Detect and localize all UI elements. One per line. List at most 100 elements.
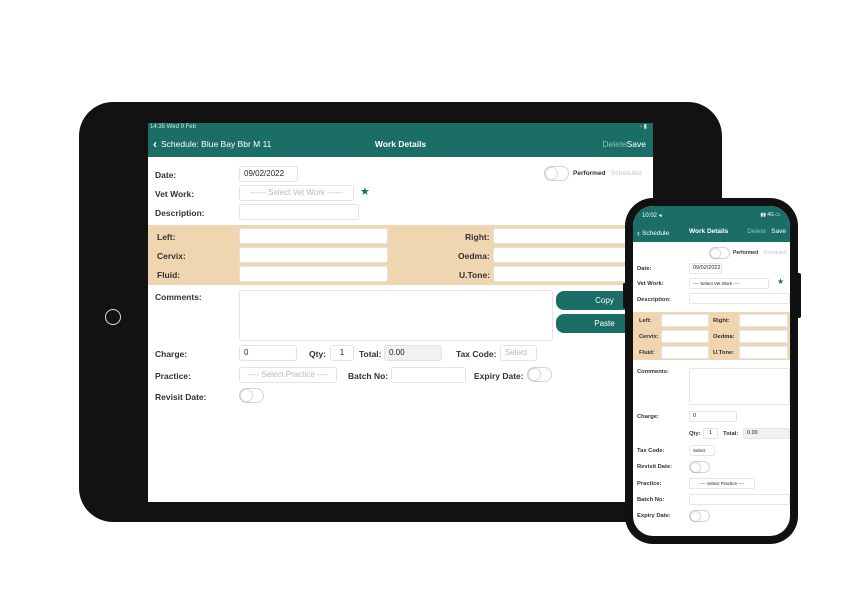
phone-qty-label: Qty: <box>689 431 701 437</box>
phone-utone-field[interactable] <box>739 346 788 359</box>
batch-no-label: Batch No: <box>348 371 389 381</box>
chevron-left-icon: ‹ <box>637 228 640 238</box>
phone-device: 10:02 ◂ ▮▮ 4G ▭ ‹ Schedule Work Details … <box>623 198 801 544</box>
right-label: Right: <box>465 232 490 242</box>
utone-label: U.Tone: <box>459 270 491 280</box>
vet-work-label: Vet Work: <box>155 189 195 199</box>
phone-volume-button <box>623 283 626 308</box>
phone-cervix-field[interactable] <box>661 330 709 343</box>
page-title: Work Details <box>374 139 427 149</box>
phone-left-label: Left: <box>639 318 652 324</box>
left-field[interactable] <box>239 228 388 244</box>
description-field[interactable] <box>239 204 359 220</box>
charge-label: Charge: <box>155 349 188 359</box>
home-button[interactable] <box>105 309 121 325</box>
phone-left-field[interactable] <box>661 314 709 327</box>
phone-back-button[interactable]: ‹ Schedule <box>637 228 669 238</box>
phone-revisit-date-toggle[interactable] <box>689 461 710 473</box>
phone-screen: 10:02 ◂ ▮▮ 4G ▭ ‹ Schedule Work Details … <box>633 206 790 536</box>
phone-vet-work-label: Vet Work: <box>637 281 664 287</box>
total-label: Total: <box>359 349 382 359</box>
performed-toggle[interactable] <box>544 166 569 181</box>
phone-practice-label: Practice: <box>637 481 662 487</box>
charge-field[interactable]: 0 <box>239 345 297 361</box>
phone-tax-code-select[interactable]: Select <box>689 445 715 456</box>
phone-save-button[interactable]: Save <box>771 228 786 235</box>
phone-description-label: Description: <box>637 297 671 303</box>
delete-button[interactable]: Delete <box>602 132 627 157</box>
phone-side-button <box>797 273 801 318</box>
phone-description-field[interactable] <box>689 293 790 304</box>
expiry-date-toggle[interactable] <box>527 367 552 382</box>
tax-code-select[interactable]: Select <box>500 345 537 361</box>
performed-label: Performed <box>573 170 606 177</box>
scheduled-label: Scheduled <box>611 170 642 177</box>
date-label: Date: <box>155 170 177 180</box>
status-time: 14:35 Wed 9 Feb <box>150 124 196 130</box>
phone-right-label: Right: <box>713 318 730 324</box>
revisit-date-label: Revisit Date: <box>155 392 207 402</box>
left-label: Left: <box>157 232 176 242</box>
fluid-label: Fluid: <box>157 270 181 280</box>
battery-icon: ◦ ▮ <box>639 124 647 130</box>
stage: 14:35 Wed 9 Feb ◦ ▮ ‹ Schedule: Blue Bay… <box>0 0 843 596</box>
phone-expiry-date-label: Expiry Date: <box>637 513 671 519</box>
phone-oedma-field[interactable] <box>739 330 788 343</box>
status-bar: 14:35 Wed 9 Feb ◦ ▮ <box>148 123 653 132</box>
total-field: 0.00 <box>384 345 442 361</box>
qty-label: Qty: <box>309 349 326 359</box>
phone-status-time: 10:02 ◂ <box>642 213 662 219</box>
phone-revisit-date-label: Revisit Date: <box>637 464 673 470</box>
phone-performed-label: Performed <box>733 250 759 256</box>
signal-icon: ▮▮ 4G ▭ <box>760 212 780 218</box>
phone-cervix-label: Cervix: <box>639 334 659 340</box>
date-field[interactable]: 09/02/2022 <box>239 166 298 182</box>
phone-total-label: Total: <box>723 431 739 437</box>
phone-qty-field[interactable]: 1 <box>703 428 718 439</box>
tax-code-label: Tax Code: <box>456 349 497 359</box>
fluid-field[interactable] <box>239 266 388 282</box>
tablet-screen: 14:35 Wed 9 Feb ◦ ▮ ‹ Schedule: Blue Bay… <box>148 123 653 502</box>
phone-oedma-label: Oedma: <box>713 334 735 340</box>
phone-performed-toggle[interactable] <box>709 247 730 259</box>
phone-page-title: Work Details <box>689 228 729 235</box>
phone-vet-work-select[interactable]: ---- Select Vet Work ---- <box>689 278 769 289</box>
phone-scheduled-label: Scheduled <box>763 250 787 256</box>
comments-label: Comments: <box>155 292 202 302</box>
phone-star-icon[interactable]: ★ <box>777 277 784 286</box>
cervix-field[interactable] <box>239 247 388 263</box>
phone-batch-no-label: Batch No: <box>637 497 665 503</box>
phone-expiry-date-toggle[interactable] <box>689 510 710 522</box>
oedma-label: Oedma: <box>458 251 490 261</box>
phone-delete-button[interactable]: Delete <box>747 228 766 235</box>
phone-fluid-field[interactable] <box>661 346 709 359</box>
phone-date-label: Date: <box>637 266 652 272</box>
practice-select[interactable]: ---- Select Practice ---- <box>239 367 337 383</box>
practice-label: Practice: <box>155 371 191 381</box>
star-icon[interactable]: ★ <box>360 185 370 198</box>
save-button[interactable]: Save <box>627 132 646 157</box>
phone-date-field[interactable]: 09/02/2022 <box>689 263 722 274</box>
phone-total-field: 0.00 <box>743 428 790 439</box>
phone-tax-code-label: Tax Code: <box>637 448 665 454</box>
cervix-label: Cervix: <box>157 251 186 261</box>
phone-nav-bar: 10:02 ◂ ▮▮ 4G ▭ ‹ Schedule Work Details … <box>633 206 790 242</box>
phone-charge-field[interactable]: 0 <box>689 411 737 422</box>
phone-fluid-label: Fluid: <box>639 350 655 356</box>
phone-comments-label: Comments: <box>637 369 669 375</box>
phone-practice-select[interactable]: ---- Select Practice ---- <box>689 478 755 489</box>
phone-charge-label: Charge: <box>637 414 659 420</box>
phone-utone-label: U.Tone: <box>713 350 735 356</box>
phone-right-field[interactable] <box>739 314 788 327</box>
batch-no-field[interactable] <box>391 367 466 383</box>
phone-back-label: Schedule <box>642 229 670 237</box>
nav-bar: ‹ Schedule: Blue Bay Bbr M 11 Work Detai… <box>148 132 653 157</box>
revisit-date-toggle[interactable] <box>239 388 264 403</box>
vet-work-select[interactable]: ------ Select Vet Work ------ <box>239 185 354 201</box>
phone-batch-no-field[interactable] <box>689 494 790 505</box>
comments-textarea[interactable] <box>239 290 553 341</box>
qty-field[interactable]: 1 <box>330 345 354 361</box>
expiry-date-label: Expiry Date: <box>474 371 524 381</box>
phone-comments-textarea[interactable] <box>689 368 790 405</box>
description-label: Description: <box>155 208 205 218</box>
